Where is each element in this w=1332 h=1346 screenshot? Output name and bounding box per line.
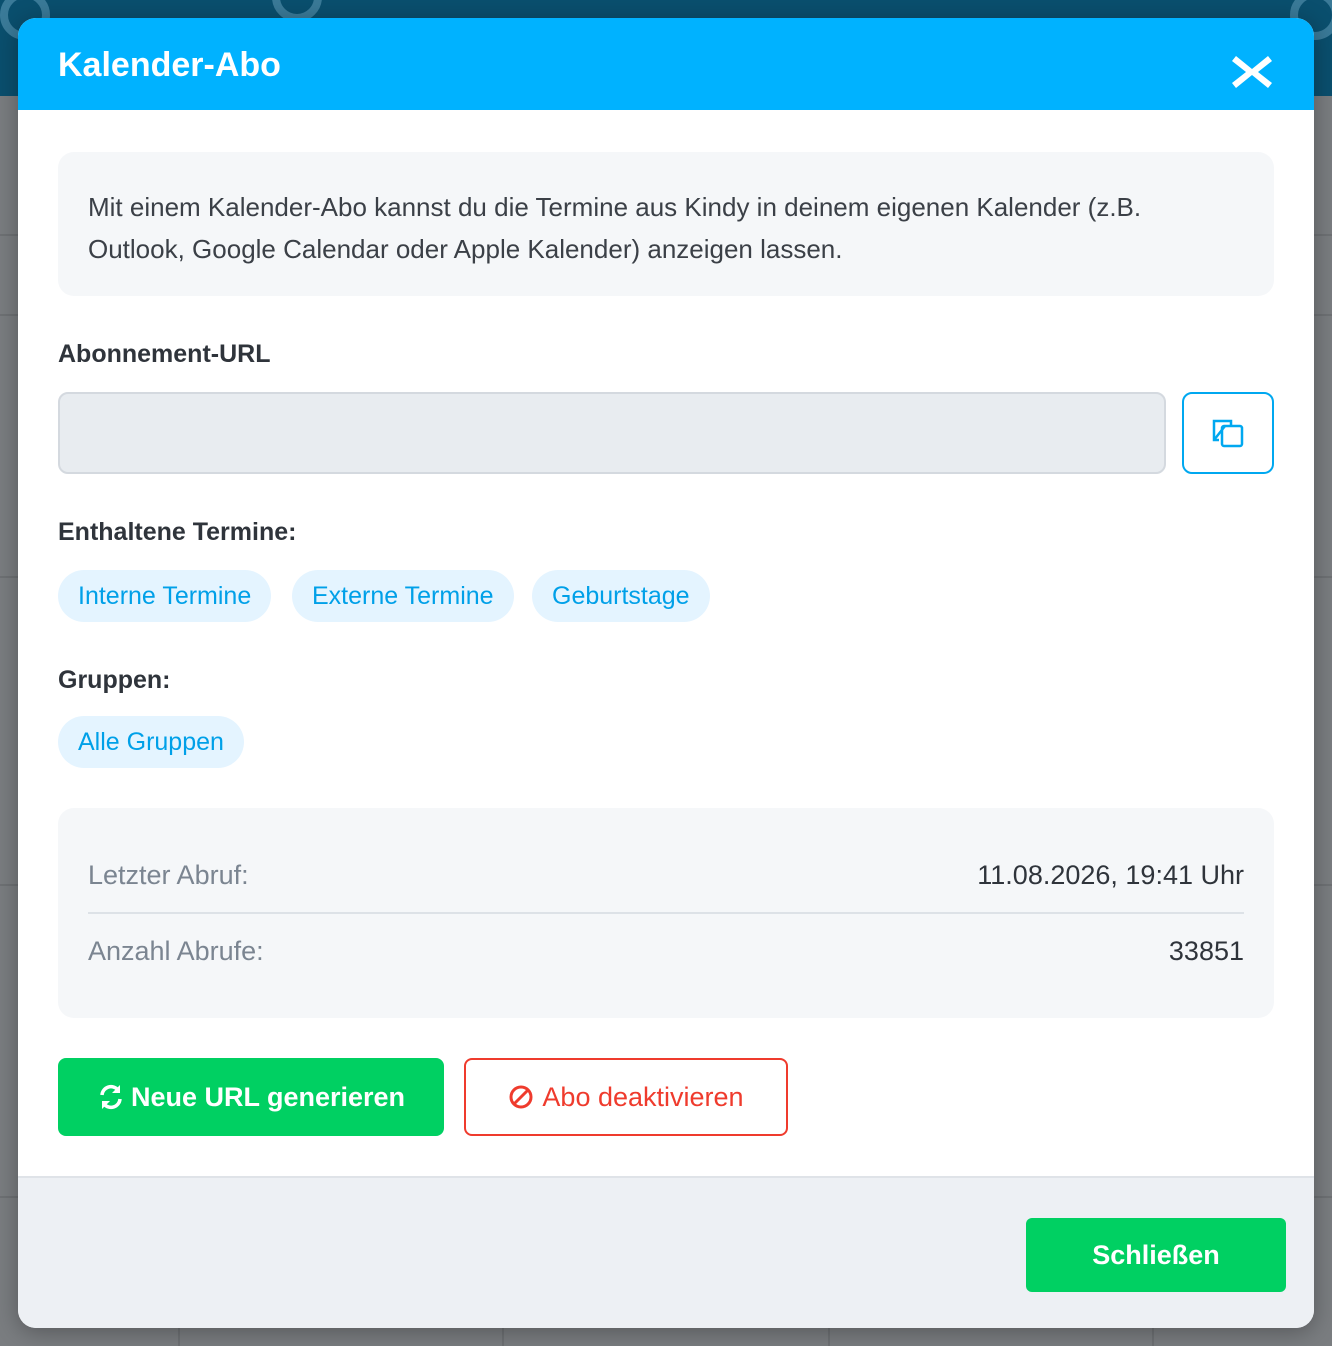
deactivate-label: Abo deaktivieren xyxy=(542,1081,744,1112)
url-label: Abonnement-URL xyxy=(58,340,271,368)
group-chip: Alle Gruppen xyxy=(58,716,244,768)
close-button[interactable] xyxy=(1230,52,1274,92)
info-text: Mit einem Kalender-Abo kannst du die Ter… xyxy=(88,192,1142,264)
close-modal-button[interactable]: Schließen xyxy=(1026,1218,1286,1292)
ban-icon xyxy=(509,1085,533,1109)
last-fetch-value: 11.08.2026, 19:41 Uhr xyxy=(977,860,1244,890)
event-type-chip: Geburtstage xyxy=(532,570,710,622)
modal-title: Kalender-Abo xyxy=(58,46,281,84)
info-box: Mit einem Kalender-Abo kannst du die Ter… xyxy=(58,152,1274,296)
copy-icon xyxy=(1212,419,1244,448)
stats-divider xyxy=(88,912,1244,914)
generate-label: Neue URL generieren xyxy=(130,1081,406,1112)
generate-new-url-button[interactable]: Neue URL generieren xyxy=(58,1058,444,1136)
refresh-icon xyxy=(100,1084,122,1110)
groups-label: Gruppen: xyxy=(58,666,171,694)
count-label: Anzahl Abrufe: xyxy=(88,936,264,966)
calendar-subscription-modal: Kalender-Abo Mit einem Kalender-Abo kann… xyxy=(18,18,1314,1328)
deactivate-subscription-button[interactable]: Abo deaktivieren xyxy=(464,1058,788,1136)
stats-box: Letzter Abruf: 11.08.2026, 19:41 Uhr Anz… xyxy=(58,808,1274,1018)
event-type-chip: Interne Termine xyxy=(58,570,272,622)
modal-footer: Schließen xyxy=(18,1176,1314,1328)
subscription-url-input[interactable] xyxy=(58,392,1166,474)
close-icon xyxy=(1232,56,1272,88)
events-label: Enthaltene Termine: xyxy=(58,518,297,546)
last-fetch-label: Letzter Abruf: xyxy=(88,860,249,890)
event-type-chip: Externe Termine xyxy=(292,570,514,622)
copy-url-button[interactable] xyxy=(1182,392,1274,474)
modal-header: Kalender-Abo xyxy=(18,18,1314,110)
count-value: 33851 xyxy=(1168,936,1244,966)
